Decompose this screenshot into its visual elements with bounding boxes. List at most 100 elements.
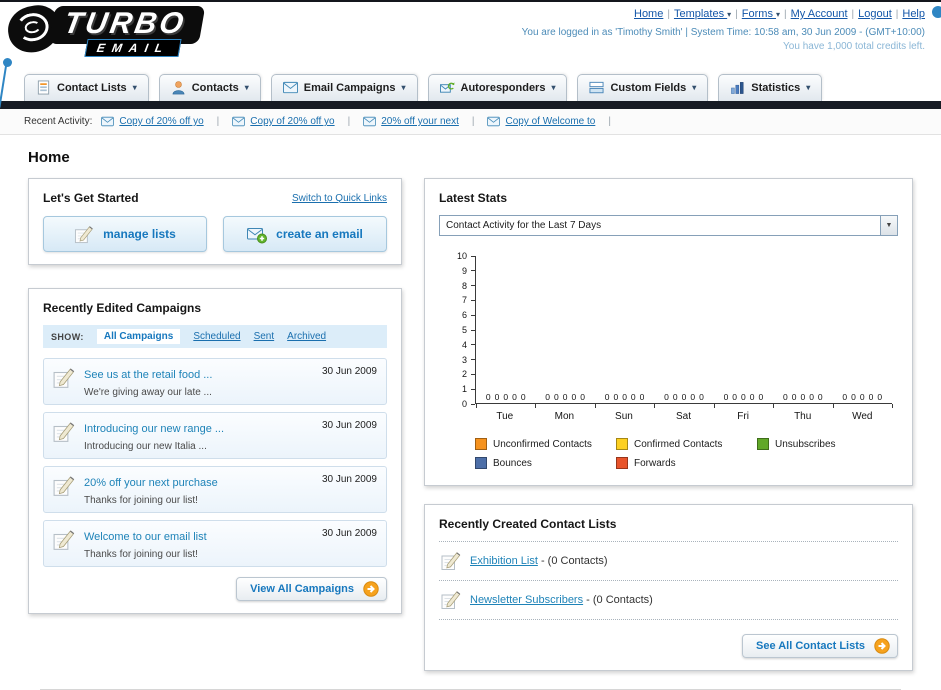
autoresponders-icon — [439, 80, 455, 95]
top-nav-templates[interactable]: Templates ▾ — [674, 8, 731, 20]
value-label: 0 — [723, 391, 729, 402]
tab-contact-lists[interactable]: Contact Lists ▾ — [24, 74, 149, 101]
campaign-subtitle: Thanks for joining our list! — [84, 549, 198, 560]
arrow-circle-icon — [874, 638, 890, 654]
y-axis-label: 7 — [461, 295, 467, 306]
page-title: Home — [28, 149, 70, 166]
tab-custom-fields[interactable]: Custom Fields ▾ — [577, 74, 709, 101]
y-axis-label: 2 — [461, 369, 467, 380]
value-label: 0 — [859, 391, 865, 402]
campaign-title-link[interactable]: See us at the retail food ... — [84, 369, 212, 381]
contact-lists-title: Recently Created Contact Lists — [439, 517, 898, 542]
contact-count: - (0 Contacts) — [540, 555, 608, 567]
tab-statistics[interactable]: Statistics ▾ — [718, 74, 823, 101]
recent-activity-link[interactable]: 20% off your next — [381, 116, 459, 127]
filter-sent[interactable]: Sent — [254, 331, 275, 342]
campaign-date: 30 Jun 2009 — [321, 474, 377, 485]
campaign-row[interactable]: See us at the retail food ... We're givin… — [43, 358, 387, 405]
x-axis-tick — [892, 404, 893, 408]
contact-list-link[interactable]: Exhibition List — [470, 555, 538, 567]
recent-activity-link[interactable]: Copy of Welcome to — [505, 116, 595, 127]
recent-activity-label: Recent Activity: — [24, 116, 93, 127]
campaign-row[interactable]: Introducing our new range ... Introducing… — [43, 412, 387, 459]
pencil-icon — [53, 421, 75, 443]
chart-x-axis-labels: Tue Mon Sun Sat Fri Thu Wed — [475, 411, 892, 422]
filter-scheduled[interactable]: Scheduled — [193, 331, 240, 342]
y-axis-label: 8 — [461, 280, 467, 291]
pencil-icon — [441, 551, 461, 571]
see-all-contact-lists-button[interactable]: See All Contact Lists — [741, 634, 898, 658]
value-label: 0 — [580, 391, 585, 402]
legend-swatch — [475, 438, 487, 450]
recent-activity-link[interactable]: Copy of 20% off yo — [250, 116, 334, 127]
top-nav-home[interactable]: Home — [634, 8, 663, 20]
separator: | — [608, 116, 611, 127]
contact-list-row[interactable]: Exhibition List - (0 Contacts) — [439, 542, 898, 581]
tab-contacts[interactable]: Contacts ▾ — [158, 74, 261, 101]
top-nav-my-account[interactable]: My Account — [791, 8, 848, 20]
value-label: 0 — [699, 391, 704, 402]
view-all-campaigns-button[interactable]: View All Campaigns — [236, 577, 387, 601]
recent-campaigns-panel: Recently Edited Campaigns SHOW: All Camp… — [28, 288, 402, 614]
legend-swatch — [756, 438, 769, 450]
stats-period-dropdown[interactable]: Contact Activity for the Last 7 Days ▼ — [439, 215, 898, 236]
x-axis-tick — [773, 404, 775, 408]
create-email-button[interactable]: create an email — [223, 216, 387, 252]
x-axis-label: Tue — [496, 411, 514, 422]
x-axis-label: Mon — [554, 411, 575, 422]
tab-autoresponders[interactable]: Autoresponders ▾ — [427, 74, 568, 101]
tab-label: Autoresponders — [460, 81, 546, 94]
value-label: 0 — [503, 391, 509, 402]
recent-activity-link[interactable]: Copy of 20% off yo — [119, 116, 203, 127]
y-axis-label: 0 — [461, 399, 467, 409]
campaign-date: 30 Jun 2009 — [321, 420, 377, 431]
x-axis-label: Sun — [615, 411, 633, 422]
show-label: SHOW: — [51, 331, 84, 342]
envelope-icon — [363, 116, 376, 127]
value-label: 0 — [571, 391, 577, 402]
latest-stats-panel: Latest Stats Contact Activity for the La… — [424, 178, 913, 486]
top-nav-forms[interactable]: Forms ▾ — [742, 8, 780, 20]
y-axis-tick — [471, 314, 475, 316]
turbo-email-logo[interactable]: TURBO EMAIL — [4, 1, 206, 57]
contacts-icon — [171, 80, 186, 95]
manage-lists-button[interactable]: manage lists — [43, 216, 207, 252]
y-axis-tick — [471, 299, 475, 301]
contact-list-link[interactable]: Newsletter Subscribers — [470, 594, 583, 606]
campaign-title-link[interactable]: 20% off your next purchase — [84, 477, 218, 489]
chevron-down-icon: ▾ — [806, 83, 811, 92]
value-label: 0 — [664, 391, 669, 402]
contact-count: - (0 Contacts) — [586, 594, 653, 606]
top-nav-help[interactable]: Help — [902, 8, 925, 20]
y-axis-label: 4 — [461, 339, 467, 350]
filter-all-campaigns[interactable]: All Campaigns — [96, 329, 181, 344]
filter-archived[interactable]: Archived — [287, 331, 326, 342]
campaign-row[interactable]: 20% off your next purchase Thanks for joi… — [43, 466, 387, 513]
app-header: TURBO EMAIL Home | Templates ▾ | Forms ▾ | My … — [0, 1, 941, 108]
value-label: 0 — [520, 391, 526, 402]
recent-contact-lists-panel: Recently Created Contact Lists Exhibitio… — [424, 504, 913, 671]
value-label: 0 — [562, 391, 568, 402]
chart-plot-area: 00000000000000000000000000000000000 — [475, 256, 893, 408]
campaign-row[interactable]: Welcome to our email list Thanks for join… — [43, 520, 387, 567]
top-nav-logout[interactable]: Logout — [858, 8, 892, 20]
campaign-title-link[interactable]: Welcome to our email list — [84, 531, 207, 543]
tab-email-campaigns[interactable]: Email Campaigns ▾ — [270, 74, 418, 101]
x-axis-tick — [535, 404, 537, 408]
switch-quick-links-link[interactable]: Switch to Quick Links — [292, 193, 387, 204]
y-axis-label: 1 — [461, 384, 467, 395]
value-label: 0 — [639, 391, 645, 402]
legend-label: Unconfirmed Contacts — [493, 438, 592, 450]
contact-list-row[interactable]: Newsletter Subscribers - (0 Contacts) — [439, 581, 898, 620]
legend-swatch — [615, 457, 628, 469]
arrow-circle-icon — [363, 581, 379, 597]
legend-label: Bounces — [493, 457, 532, 469]
value-label: 0 — [681, 391, 687, 402]
tab-label: Custom Fields — [610, 81, 687, 94]
top-nav: Home | Templates ▾ | Forms ▾ | My Account | Logo… — [522, 8, 925, 20]
chart-day-group: 00000 — [595, 391, 654, 404]
campaign-title-link[interactable]: Introducing our new range ... — [84, 423, 224, 435]
value-label: 0 — [749, 391, 755, 402]
x-axis-tick — [476, 404, 477, 408]
y-axis-tick — [471, 255, 475, 257]
